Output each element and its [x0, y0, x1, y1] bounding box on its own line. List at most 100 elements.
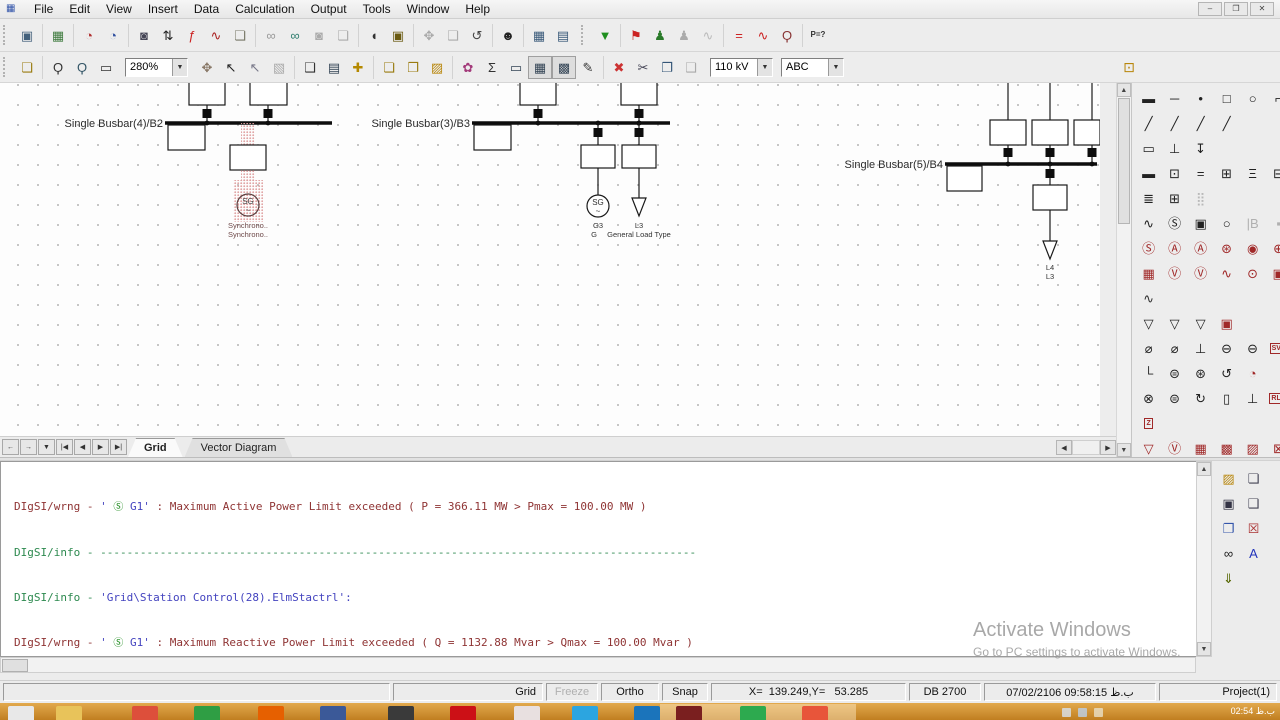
- pan-gray[interactable]: ✥: [417, 24, 441, 47]
- voltage-level-combo[interactable]: 110 kV ▼: [710, 58, 773, 77]
- feeder-b4-3[interactable]: [1074, 83, 1100, 166]
- status-grid-toggle[interactable]: Grid: [393, 683, 543, 701]
- menu-calculation[interactable]: Calculation: [227, 1, 302, 17]
- pq-calc[interactable]: P=?: [806, 24, 830, 47]
- new-case-window[interactable]: ▣: [15, 24, 39, 47]
- clear-output[interactable]: ☒: [1243, 518, 1265, 540]
- palette-series-element[interactable]: ⊟: [1266, 161, 1280, 186]
- busbar-b3[interactable]: Single Busbar(3)/B3: [372, 118, 670, 130]
- canvas-scroll-right[interactable]: ▶: [1100, 440, 1116, 455]
- add-curve[interactable]: ∿: [751, 24, 775, 47]
- palette-xfmr-load-1[interactable]: ▽: [1136, 436, 1162, 457]
- menu-output[interactable]: Output: [303, 1, 355, 17]
- menu-window[interactable]: Window: [399, 1, 458, 17]
- palette-machine[interactable]: ⊗: [1136, 386, 1162, 411]
- lock-icon[interactable]: ⊡: [1118, 56, 1140, 78]
- palette-branch[interactable]: ∿: [1136, 211, 1162, 236]
- add-zoom[interactable]: Ϙ: [775, 24, 799, 47]
- user-account[interactable]: ☻: [496, 24, 520, 47]
- restore-button[interactable]: ❐: [1224, 2, 1248, 16]
- toggle-grid[interactable]: ▦: [528, 56, 552, 79]
- contact-view[interactable]: ◖: [362, 24, 386, 47]
- tray-icon[interactable]: [1062, 708, 1071, 717]
- taskbar-browser[interactable]: [634, 706, 660, 720]
- page-setup[interactable]: ▤: [322, 56, 346, 79]
- taskbar-store[interactable]: [194, 706, 220, 720]
- menu-help[interactable]: Help: [457, 1, 498, 17]
- canvas-scroll-left[interactable]: ◀: [1056, 440, 1072, 455]
- palette-contactor[interactable]: ╱: [1214, 111, 1240, 136]
- select-cursor[interactable]: ↖: [219, 56, 243, 79]
- output-scroll-down[interactable]: ▼: [1197, 642, 1211, 656]
- open-output-file[interactable]: ▨: [1218, 468, 1240, 490]
- palette-ellipse[interactable]: ○: [1240, 86, 1266, 111]
- menu-edit[interactable]: Edit: [61, 1, 98, 17]
- palette-substation[interactable]: ⣿: [1188, 186, 1214, 211]
- palette-general-load[interactable]: ▽: [1136, 311, 1162, 336]
- palette-earth[interactable]: ⊥: [1162, 136, 1188, 161]
- object-link[interactable]: 'Grid\Station Control(28).ElmStactrl':: [100, 591, 352, 604]
- output-log[interactable]: DIgSI/wrng - ' Ⓢ G1' : Maximum Active Po…: [0, 461, 1196, 657]
- phase-combo[interactable]: ABC ▼: [781, 58, 844, 77]
- insert-graphic[interactable]: ❐: [401, 56, 425, 79]
- toolbar-drag-handle[interactable]: [581, 25, 586, 45]
- palette-current-source[interactable]: Ⓥ: [1188, 261, 1214, 286]
- results-gray[interactable]: ∿: [696, 24, 720, 47]
- menu-file[interactable]: File: [26, 1, 61, 17]
- generator-branch-highlighted[interactable]: SG ~ Synchrono.. Synchrono..: [228, 123, 268, 239]
- feeder-b4-1[interactable]: [990, 83, 1026, 166]
- palette-line[interactable]: ─: [1162, 86, 1188, 111]
- palette-box-element[interactable]: ▯: [1214, 386, 1240, 411]
- canvas-hscroll-track[interactable]: [1072, 440, 1100, 455]
- nav-last-button[interactable]: ▶|: [110, 439, 127, 455]
- cut[interactable]: ✂: [631, 56, 655, 79]
- output-window-toggle[interactable]: ▤: [551, 24, 575, 47]
- nav-forward-button[interactable]: →: [20, 439, 37, 455]
- palette-async-doubly-fed[interactable]: Ⓐ: [1188, 236, 1214, 261]
- zoom-in[interactable]: Ϙ: [46, 56, 70, 79]
- nav-back-button[interactable]: ←: [2, 439, 19, 455]
- new-graphic[interactable]: ❏: [377, 56, 401, 79]
- palette-xfmr-load-3[interactable]: ▦: [1188, 436, 1214, 457]
- doc-gray[interactable]: ❏: [331, 24, 355, 47]
- canvas-scroll-up[interactable]: ▲: [1117, 83, 1131, 97]
- status-snap-toggle[interactable]: Snap: [662, 683, 708, 701]
- button-panel[interactable]: ▭: [504, 56, 528, 79]
- chevron-down-icon[interactable]: ▼: [172, 59, 187, 76]
- undo[interactable]: ↺: [465, 24, 489, 47]
- status-ortho-toggle[interactable]: Ortho: [601, 683, 659, 701]
- palette-corner[interactable]: └: [1136, 361, 1162, 386]
- taskbar-clock[interactable]: 02:54 ب.ظ: [1231, 706, 1275, 717]
- palette-svs[interactable]: SVS: [1266, 336, 1280, 361]
- taskbar-app[interactable]: [514, 706, 540, 720]
- fault-curve[interactable]: ∿: [204, 24, 228, 47]
- taskbar-sharex[interactable]: [740, 706, 766, 720]
- taskbar-screenrec[interactable]: [802, 706, 828, 720]
- palette-3w-transformer[interactable]: Ξ: [1240, 161, 1266, 186]
- output-calc-analysis[interactable]: ◙: [132, 24, 156, 47]
- save-output[interactable]: ▣: [1218, 493, 1240, 515]
- menu-view[interactable]: View: [98, 1, 140, 17]
- palette-pv-system[interactable]: ⊕: [1266, 236, 1280, 261]
- diagram-canvas[interactable]: Single Busbar(4)/B2: [0, 83, 1100, 436]
- sum-sigma[interactable]: Σ: [480, 56, 504, 79]
- generator-g3[interactable]: SG ~ G3 G: [581, 121, 615, 239]
- print-preview-output[interactable]: ❏: [1243, 468, 1265, 490]
- palette-motor-load[interactable]: ▽: [1162, 311, 1188, 336]
- object-link[interactable]: G1': [123, 636, 150, 649]
- palette-async-start[interactable]: ⊛: [1188, 361, 1214, 386]
- copy-output[interactable]: ❐: [1218, 518, 1240, 540]
- palette-point-terminal[interactable]: •: [1188, 86, 1214, 111]
- palette-rectangle[interactable]: □: [1214, 86, 1240, 111]
- delete[interactable]: ✖: [607, 56, 631, 79]
- feeder-b2-2[interactable]: [250, 83, 287, 125]
- freehand-cursor[interactable]: ↖: [243, 56, 267, 79]
- clipboard-gray[interactable]: ❑: [441, 24, 465, 47]
- toggle-layers[interactable]: ▩: [552, 56, 576, 79]
- palette-shunt-capacitor[interactable]: ⊥: [1188, 336, 1214, 361]
- font-output[interactable]: A: [1243, 543, 1265, 565]
- toolbar-drag-handle[interactable]: [3, 25, 8, 45]
- palette-impedance[interactable]: Z: [1136, 411, 1162, 436]
- nav-next-button[interactable]: ▶: [92, 439, 109, 455]
- calculation-events[interactable]: ▦: [46, 24, 70, 47]
